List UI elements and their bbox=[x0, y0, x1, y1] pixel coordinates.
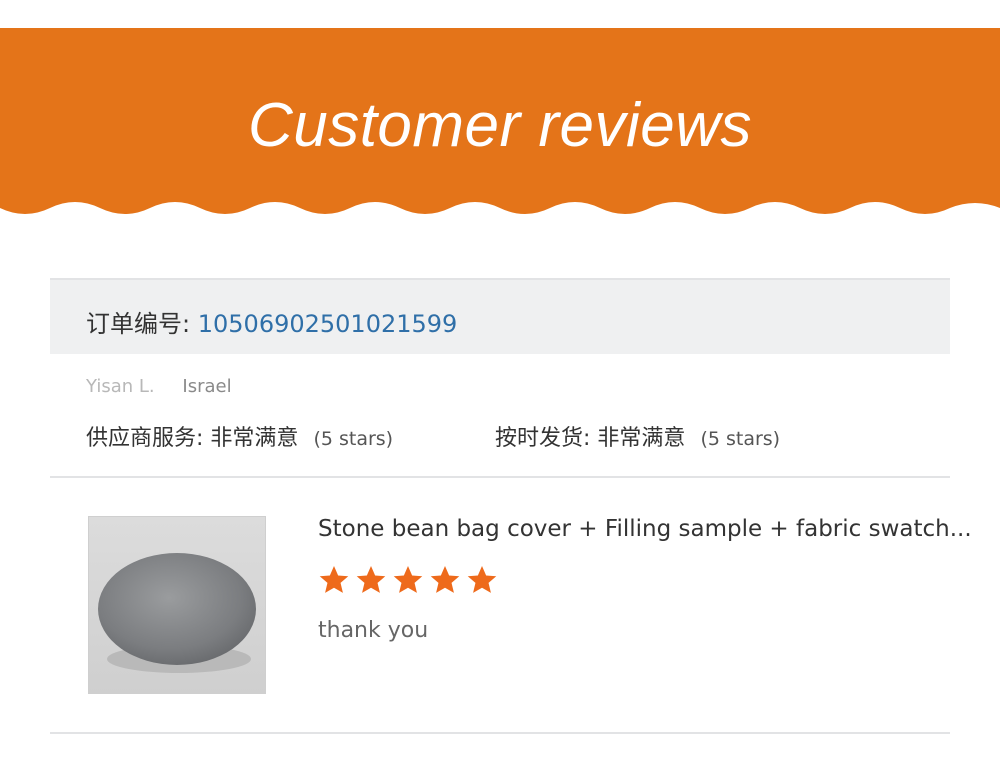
star-icon bbox=[467, 566, 497, 593]
star-icon bbox=[356, 566, 386, 593]
star-icon bbox=[430, 566, 460, 593]
rating-stars-text: (5 stars) bbox=[313, 428, 394, 450]
rating-label: 供应商服务: bbox=[86, 426, 204, 451]
product-rating-stars bbox=[318, 564, 498, 596]
product-image[interactable] bbox=[88, 516, 266, 694]
product-title-link[interactable]: Stone bean bag cover + Filling sample + … bbox=[318, 516, 972, 542]
rating-label: 按时发货: bbox=[495, 426, 591, 451]
star-icon bbox=[319, 566, 349, 593]
buyer-info: Yisan L. Israel bbox=[86, 376, 232, 397]
shipping-rating: 按时发货: 非常满意 (5 stars) bbox=[495, 420, 780, 452]
order-label-text: 订单编号: bbox=[86, 310, 191, 338]
order-number-link[interactable]: 10506902501021599 bbox=[198, 310, 458, 338]
bean-bag-image bbox=[89, 517, 265, 693]
order-bar: 订单编号: 10506902501021599 bbox=[50, 278, 950, 354]
banner-title: Customer reviews bbox=[247, 91, 753, 160]
star-icon bbox=[393, 566, 423, 593]
header-banner: Customer reviews bbox=[0, 28, 1000, 220]
buyer-country: Israel bbox=[182, 376, 232, 397]
review-comment: thank you bbox=[318, 618, 429, 643]
review-card: 订单编号: 10506902501021599 Yisan L. Israel … bbox=[50, 268, 972, 738]
supplier-service-rating: 供应商服务: 非常满意 (5 stars) bbox=[86, 420, 393, 452]
divider bbox=[50, 476, 950, 478]
rating-value: 非常满意 bbox=[597, 426, 686, 451]
order-label: 订单编号: 10506902501021599 bbox=[86, 304, 457, 339]
rating-stars-text: (5 stars) bbox=[700, 428, 781, 450]
divider bbox=[50, 732, 950, 734]
buyer-name: Yisan L. bbox=[86, 376, 155, 397]
rating-value: 非常满意 bbox=[210, 426, 299, 451]
